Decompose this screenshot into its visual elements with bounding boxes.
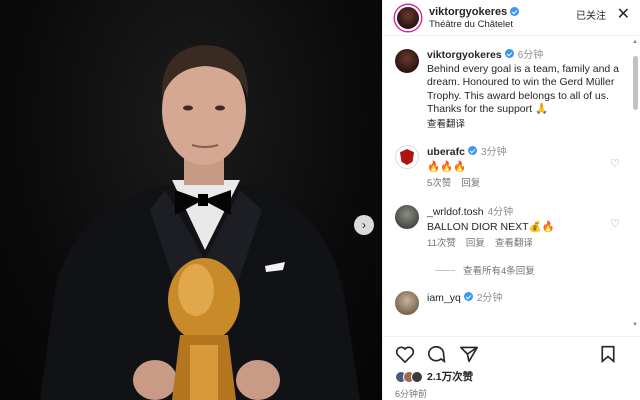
comment-like-icon[interactable]: ♡: [610, 157, 620, 170]
comment-time: 3分钟: [480, 147, 507, 158]
post-photo[interactable]: ›: [0, 0, 382, 400]
caption-text: Behind every goal is a team, family and …: [427, 62, 620, 116]
post-panel: viktorgyokeres Théâtre du Châtelet 已关注 ✕…: [382, 0, 640, 400]
follow-status-button[interactable]: 已关注: [576, 7, 606, 22]
bookmark-icon[interactable]: [600, 345, 616, 363]
comment-item: _wrldof.tosh 4分钟 BALLON DIOR NEXT💰🔥 11次赞回…: [395, 205, 626, 251]
comment-username[interactable]: uberafc: [427, 146, 465, 158]
share-icon[interactable]: [459, 345, 479, 363]
comment-item: uberafc 3分钟 🔥🔥🔥 5次赞 回复 ♡: [395, 145, 626, 191]
reply-button[interactable]: 回复: [466, 238, 485, 249]
scrollbar-thumb[interactable]: [633, 56, 638, 110]
caption-avatar[interactable]: [395, 49, 419, 73]
comment-likes[interactable]: 5次赞: [427, 178, 451, 189]
comment-time: 4分钟: [487, 207, 514, 218]
next-image-button[interactable]: ›: [354, 215, 374, 235]
verified-badge-icon: [510, 7, 520, 16]
comment-item: iam_yq 2分钟: [395, 291, 626, 315]
scroll-down-icon[interactable]: ▼: [632, 322, 638, 328]
verified-badge-icon: [467, 146, 477, 155]
comment-text: 🔥🔥🔥: [427, 161, 467, 173]
close-icon[interactable]: ✕: [617, 4, 630, 24]
comment-username[interactable]: iam_yq: [427, 292, 461, 304]
scroll-up-icon[interactable]: ▲: [632, 39, 638, 45]
translate-link[interactable]: 查看翻译: [495, 238, 533, 249]
post-caption: viktorgyokeres 6分钟 Behind every goal is a…: [395, 49, 626, 131]
comment-text: BALLON DIOR NEXT💰🔥: [427, 221, 555, 233]
caption-username[interactable]: viktorgyokeres: [427, 49, 502, 61]
commenter-avatar[interactable]: [395, 205, 419, 229]
caption-time: 6分钟: [517, 50, 544, 61]
verified-badge-icon: [463, 292, 473, 301]
player-with-trophy-image: [40, 45, 360, 400]
author-avatar[interactable]: [395, 4, 421, 31]
comment-username[interactable]: _wrldof.tosh: [427, 206, 484, 218]
reply-button[interactable]: 回复: [461, 178, 480, 189]
comment-time: 2分钟: [476, 293, 503, 304]
comments-scroll-area[interactable]: viktorgyokeres 6分钟 Behind every goal is a…: [383, 37, 640, 333]
likes-count[interactable]: 2.1万次赞: [427, 369, 473, 384]
verified-badge-icon: [504, 49, 514, 58]
liker-avatar: [411, 370, 423, 383]
comment-like-icon[interactable]: ♡: [610, 217, 620, 230]
post-timestamp: 6分钟前: [395, 389, 428, 399]
translate-link[interactable]: 查看翻译: [427, 118, 626, 132]
commenter-avatar[interactable]: [395, 291, 419, 315]
likes-row[interactable]: 2.1万次赞: [395, 369, 473, 384]
view-replies-link[interactable]: 查看所有4条回复: [435, 263, 626, 277]
post-header: viktorgyokeres Théâtre du Châtelet 已关注 ✕: [383, 0, 640, 36]
chevron-right-icon: ›: [362, 218, 366, 232]
post-location[interactable]: Théâtre du Châtelet: [429, 19, 519, 30]
comment-icon[interactable]: [427, 345, 447, 363]
action-bar: [383, 336, 640, 364]
heart-icon[interactable]: [395, 345, 415, 363]
commenter-avatar[interactable]: [395, 145, 419, 169]
author-username[interactable]: viktorgyokeres: [429, 6, 507, 18]
comment-likes[interactable]: 11次赞: [427, 238, 456, 249]
